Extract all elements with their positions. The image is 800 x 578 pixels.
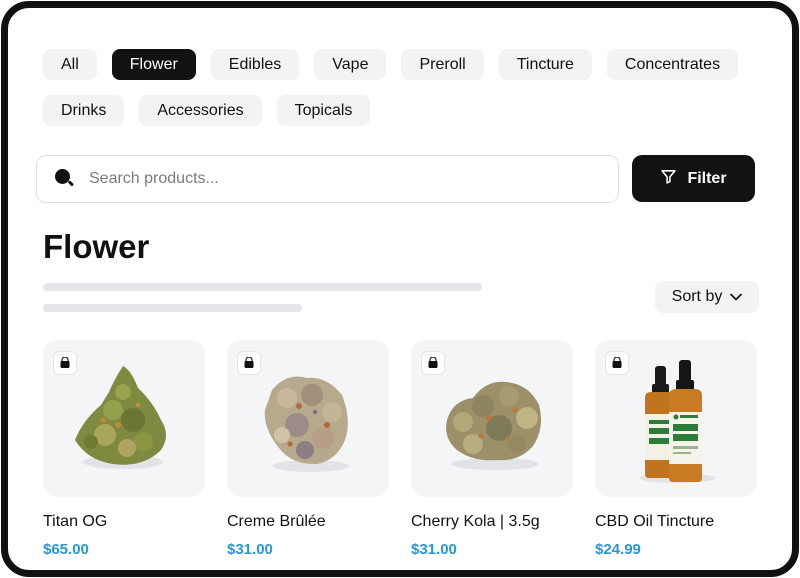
sort-label: Sort by — [671, 288, 723, 305]
chip-flower[interactable]: Flower — [111, 49, 196, 80]
app-window: All Flower Edibles Vape Preroll Tincture… — [1, 1, 799, 577]
product-card[interactable]: Creme Brûlée $31.00 — [227, 340, 389, 558]
search-icon — [55, 169, 75, 189]
product-name: Titan OG — [43, 513, 108, 530]
filter-button[interactable]: Filter — [632, 155, 755, 202]
shopping-bag-icon — [244, 357, 254, 368]
search-bar[interactable] — [36, 155, 619, 203]
category-row-2: Drinks Accessories Topicals — [43, 95, 763, 126]
chip-drinks[interactable]: Drinks — [43, 95, 125, 126]
category-filter-bar: All Flower Edibles Vape Preroll Tincture… — [43, 49, 763, 141]
sort-dropdown[interactable]: Sort by — [655, 281, 759, 313]
description-placeholder-line — [43, 283, 482, 291]
product-name: CBD Oil Tincture — [595, 513, 715, 530]
product-card[interactable]: Titan OG $65.00 — [43, 340, 205, 558]
shopping-bag-icon — [60, 357, 70, 368]
category-row-1: All Flower Edibles Vape Preroll Tincture… — [43, 49, 763, 80]
product-image — [43, 340, 205, 497]
shopping-bag-icon — [428, 357, 438, 368]
chip-preroll[interactable]: Preroll — [401, 49, 484, 80]
add-to-bag-button[interactable] — [237, 351, 261, 375]
product-image — [411, 340, 573, 497]
chip-vape[interactable]: Vape — [314, 49, 387, 80]
chip-concentrates[interactable]: Concentrates — [606, 49, 739, 80]
product-name: Cherry Kola | 3.5g — [411, 513, 540, 530]
add-to-bag-button[interactable] — [53, 351, 77, 375]
chip-accessories[interactable]: Accessories — [139, 95, 262, 126]
add-to-bag-button[interactable] — [421, 351, 445, 375]
product-card[interactable]: Cherry Kola | 3.5g $31.00 — [411, 340, 573, 558]
product-card[interactable]: CBD Oil Tincture $24.99 — [595, 340, 757, 558]
shopping-bag-icon — [612, 357, 622, 368]
chip-topicals[interactable]: Topicals — [276, 95, 371, 126]
chip-edibles[interactable]: Edibles — [210, 49, 300, 80]
product-grid: Titan OG $65.00 Creme Brûlée $31.00 Cher… — [43, 340, 757, 558]
chip-tincture[interactable]: Tincture — [498, 49, 592, 80]
product-image — [595, 340, 757, 497]
product-price: $24.99 — [595, 541, 641, 558]
product-price: $65.00 — [43, 541, 89, 558]
description-placeholder-line — [43, 304, 302, 312]
product-price: $31.00 — [411, 541, 457, 558]
search-input[interactable] — [89, 170, 569, 188]
product-image — [227, 340, 389, 497]
chevron-down-icon — [730, 288, 743, 306]
filter-label: Filter — [687, 169, 727, 187]
filter-icon — [660, 168, 677, 190]
page-title: Flower — [43, 228, 150, 265]
add-to-bag-button[interactable] — [605, 351, 629, 375]
chip-all[interactable]: All — [43, 49, 97, 80]
product-name: Creme Brûlée — [227, 513, 326, 530]
product-price: $31.00 — [227, 541, 273, 558]
